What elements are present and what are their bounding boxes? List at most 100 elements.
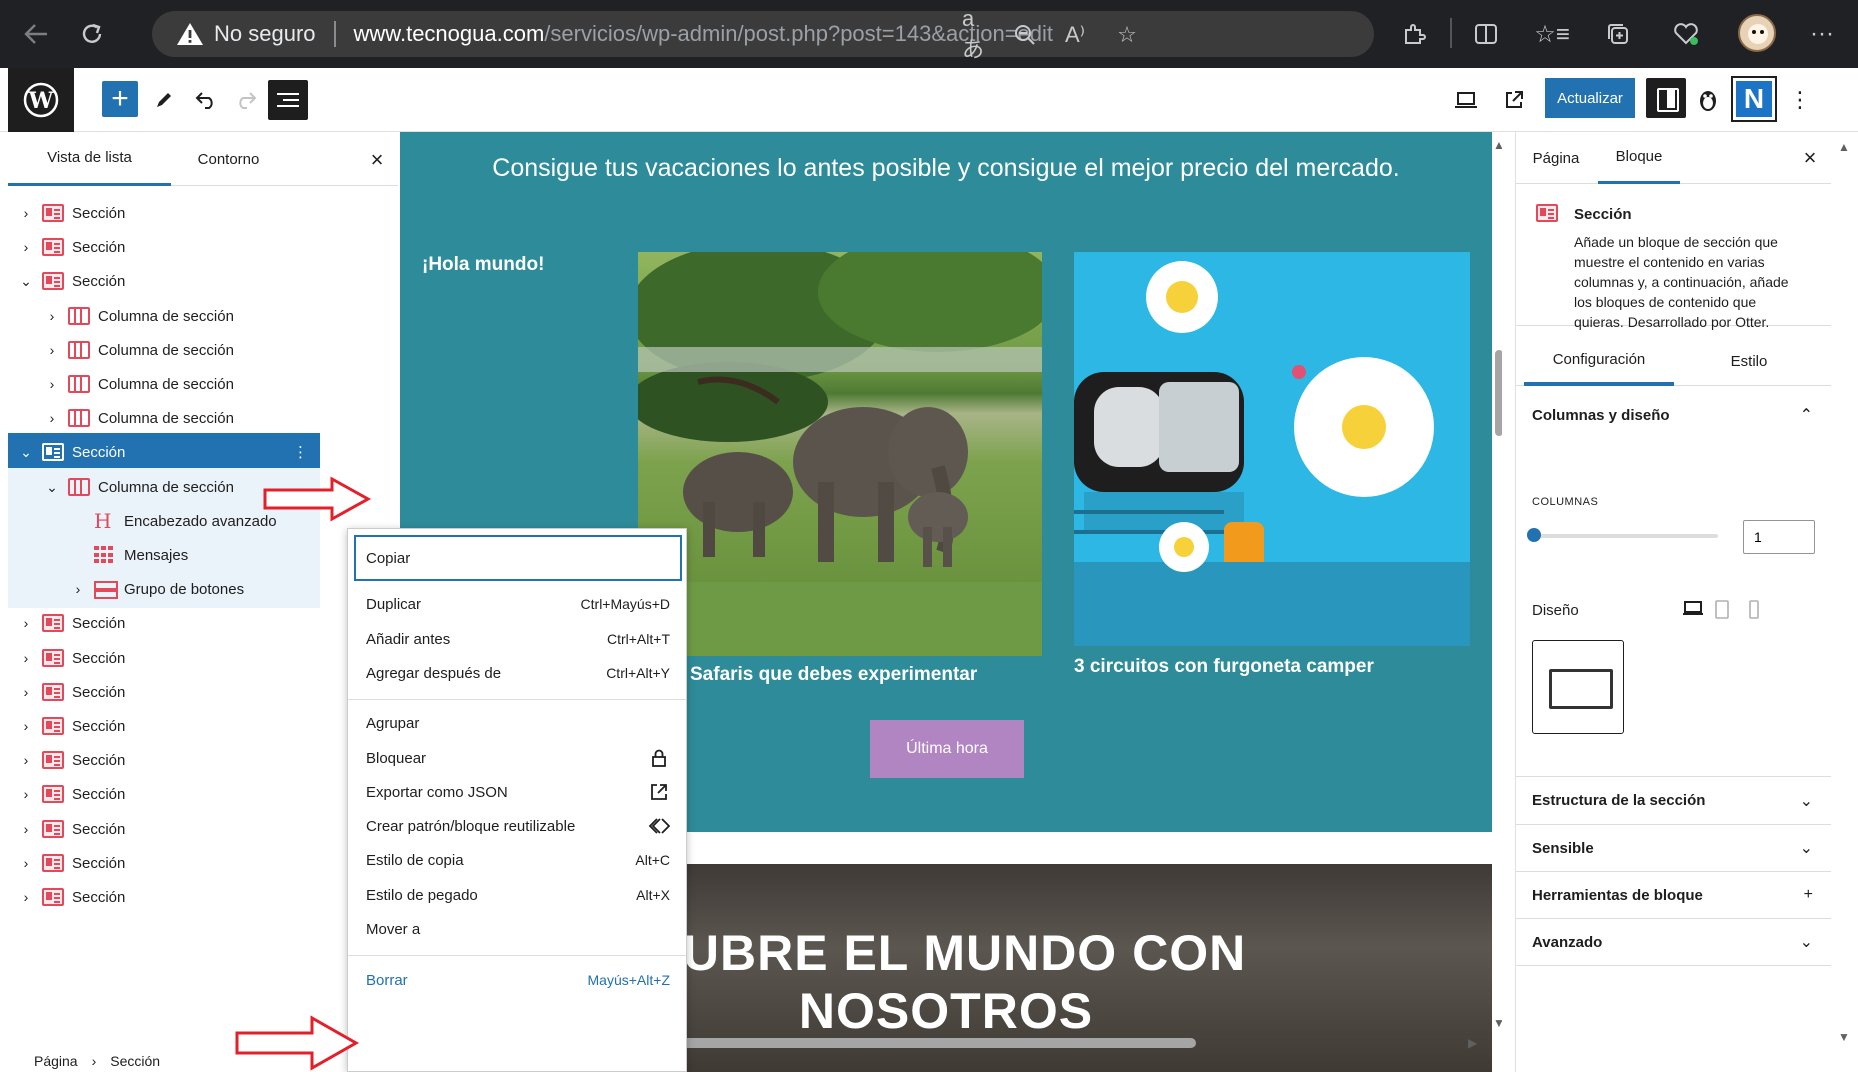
menu-item-export-json[interactable]: Exportar como JSON xyxy=(356,773,680,811)
canvas-scrollbar-thumb[interactable] xyxy=(1495,350,1502,436)
panel-block-tools[interactable]: Herramientas de bloque + xyxy=(1516,872,1831,919)
tab-block[interactable]: Bloque xyxy=(1598,132,1680,184)
chevron-down-icon[interactable]: ⌄ xyxy=(16,444,36,461)
list-view-button[interactable] xyxy=(268,80,308,120)
favorites-icon[interactable]: ☆≡ xyxy=(1534,16,1570,52)
read-aloud-icon[interactable]: A⁾ xyxy=(1060,21,1090,49)
back-icon[interactable] xyxy=(16,14,56,54)
panel-section-structure[interactable]: Estructura de la sección ⌄ xyxy=(1516,777,1831,825)
chevron-right-icon[interactable]: › xyxy=(16,855,36,871)
camper-van-image[interactable] xyxy=(1074,252,1470,646)
view-post-external-icon[interactable] xyxy=(1496,82,1532,118)
chevron-right-icon[interactable]: › xyxy=(16,650,36,666)
split-screen-icon[interactable] xyxy=(1468,16,1504,52)
chevron-right-icon[interactable]: › xyxy=(42,410,62,426)
settings-sidebar-button[interactable] xyxy=(1646,78,1686,118)
tools-pencil-icon[interactable] xyxy=(146,82,182,118)
scroll-down-icon[interactable]: ▼ xyxy=(1493,1016,1502,1030)
options-more-icon[interactable]: ⋮ xyxy=(1782,82,1818,118)
breadcrumb-page[interactable]: Página xyxy=(34,1053,78,1069)
menu-item-insert-before[interactable]: Añadir antes Ctrl+Alt+T xyxy=(356,620,680,658)
menu-item-copy[interactable]: Copiar xyxy=(354,535,682,581)
menu-item-create-pattern[interactable]: Crear patrón/bloque reutilizable xyxy=(356,807,680,845)
list-view-row[interactable]: ⌄ Sección ⋮ xyxy=(8,433,320,471)
tab-page[interactable]: Página xyxy=(1516,132,1596,184)
list-view-row[interactable]: › Sección xyxy=(8,878,398,916)
translate-icon[interactable]: aあ xyxy=(962,6,992,62)
chevron-right-icon[interactable]: › xyxy=(16,239,36,255)
menu-item-delete[interactable]: Borrar Mayús+Alt+Z xyxy=(356,961,680,999)
chevron-right-icon[interactable]: › xyxy=(16,205,36,221)
chevron-right-icon[interactable]: › xyxy=(16,684,36,700)
zoom-out-icon[interactable] xyxy=(1010,21,1040,49)
canvas-scrollbar-track[interactable] xyxy=(1492,132,1502,1032)
list-view-row[interactable]: › Sección xyxy=(8,673,398,711)
profile-avatar[interactable] xyxy=(1738,14,1776,52)
list-view-row[interactable]: › Columna de sección xyxy=(8,331,398,369)
chevron-right-icon[interactable]: › xyxy=(16,752,36,768)
columns-slider-track[interactable] xyxy=(1532,534,1718,538)
columns-slider-thumb[interactable] xyxy=(1527,528,1541,542)
card-caption-camper[interactable]: 3 circuitos con furgoneta camper xyxy=(1074,656,1374,678)
hola-heading[interactable]: ¡Hola mundo! xyxy=(422,254,544,276)
wordpress-logo[interactable]: W xyxy=(8,68,74,132)
desktop-icon[interactable] xyxy=(1682,600,1704,620)
scroll-up-icon[interactable]: ▲ xyxy=(1838,140,1850,154)
card-caption-safaris[interactable]: Safaris que debes experimentar xyxy=(690,664,977,686)
scroll-up-icon[interactable]: ▲ xyxy=(1493,138,1502,152)
health-icon[interactable] xyxy=(1668,16,1704,52)
tab-list-view[interactable]: Vista de lista xyxy=(8,132,171,186)
chevron-right-icon[interactable]: › xyxy=(68,581,88,597)
chevron-right-icon[interactable]: › xyxy=(42,376,62,392)
refresh-icon[interactable] xyxy=(72,14,112,54)
list-view-row[interactable]: › Sección xyxy=(8,639,398,677)
preview-desktop-icon[interactable] xyxy=(1448,82,1484,118)
security-label[interactable]: No seguro xyxy=(214,21,316,47)
url-host[interactable]: www.tecnogua.com xyxy=(354,21,545,47)
menu-item-insert-after[interactable]: Agregar después de Ctrl+Alt+Y xyxy=(356,654,680,692)
list-view-row[interactable]: › Sección xyxy=(8,844,398,882)
add-block-button[interactable]: + xyxy=(102,81,138,117)
chevron-right-icon[interactable]: › xyxy=(16,889,36,905)
list-view-row[interactable]: › Sección xyxy=(8,194,398,232)
chevron-right-icon[interactable]: › xyxy=(16,821,36,837)
breadcrumb-section[interactable]: Sección xyxy=(110,1053,160,1069)
menu-item-duplicate[interactable]: Duplicar Ctrl+Mayús+D xyxy=(356,585,680,623)
layout-option-single[interactable] xyxy=(1532,640,1624,734)
collections-icon[interactable] xyxy=(1600,16,1636,52)
plugin-penguin-icon[interactable] xyxy=(1690,82,1726,118)
list-view-row[interactable]: › Columna de sección xyxy=(8,297,398,335)
menu-item-move-to[interactable]: Mover a xyxy=(356,910,680,948)
menu-item-paste-style[interactable]: Estilo de pegado Alt+X xyxy=(356,876,680,914)
list-view-row[interactable]: › Sección xyxy=(8,775,398,813)
chevron-right-icon[interactable]: › xyxy=(42,308,62,324)
list-view-row[interactable]: Mensajes xyxy=(8,536,320,574)
panel-advanced[interactable]: Avanzado ⌄ xyxy=(1516,919,1831,966)
favorite-icon[interactable]: ☆ xyxy=(1112,21,1142,49)
tablet-icon[interactable] xyxy=(1714,600,1736,620)
mobile-icon[interactable] xyxy=(1748,600,1770,620)
list-view-row[interactable]: › Columna de sección xyxy=(8,399,398,437)
panel-responsive[interactable]: Sensible ⌄ xyxy=(1516,825,1831,872)
list-view-row[interactable]: › Sección xyxy=(8,741,398,779)
chevron-right-icon[interactable]: › xyxy=(16,615,36,631)
columns-input[interactable] xyxy=(1743,520,1815,554)
ultima-hora-button[interactable]: Última hora xyxy=(870,720,1024,778)
undo-icon[interactable] xyxy=(188,82,224,118)
list-view-row[interactable]: › Sección xyxy=(8,604,398,642)
list-view-row[interactable]: › Sección xyxy=(8,707,398,745)
extensions-icon[interactable] xyxy=(1396,16,1432,52)
menu-item-lock[interactable]: Bloquear xyxy=(356,739,680,777)
address-bar[interactable]: No seguro www.tecnogua.com/servicios/wp-… xyxy=(152,6,1374,62)
tab-style[interactable]: Estilo xyxy=(1674,336,1824,386)
menu-item-copy-style[interactable]: Estilo de copia Alt+C xyxy=(356,841,680,879)
chevron-right-icon[interactable]: › xyxy=(42,342,62,358)
list-view-row[interactable]: › Sección xyxy=(8,228,398,266)
tab-configuration[interactable]: Configuración xyxy=(1524,336,1674,386)
warning-icon[interactable] xyxy=(176,21,204,47)
redo-icon[interactable] xyxy=(228,82,264,118)
scroll-down-icon[interactable]: ▼ xyxy=(1838,1030,1850,1044)
chevron-right-icon[interactable]: › xyxy=(16,718,36,734)
close-icon[interactable]: × xyxy=(1796,144,1824,172)
panel-columns-layout[interactable]: Columnas y diseño ⌃ xyxy=(1516,386,1831,444)
